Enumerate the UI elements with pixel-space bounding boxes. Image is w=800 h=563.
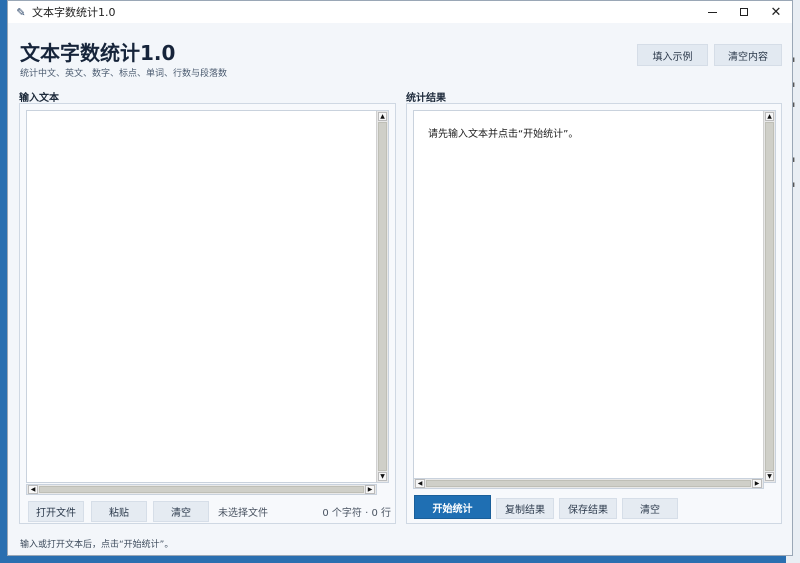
file-status: 未选择文件 — [218, 508, 268, 519]
scroll-left-icon[interactable]: ◀ — [415, 479, 425, 488]
clear-result-button[interactable]: 清空 — [622, 498, 678, 519]
input-vertical-scrollbar[interactable]: ▲ ▼ — [376, 111, 388, 482]
copy-result-button[interactable]: 复制结果 — [496, 498, 554, 519]
start-count-button[interactable]: 开始统计 — [414, 495, 491, 519]
scroll-up-icon[interactable]: ▲ — [765, 112, 774, 121]
minimize-button[interactable] — [696, 1, 728, 23]
window-title: 文本字数统计1.0 — [32, 6, 116, 19]
status-bar: 输入或打开文本后，点击“开始统计”。 — [20, 540, 174, 550]
paste-button[interactable]: 粘贴 — [91, 501, 147, 522]
scroll-up-icon[interactable]: ▲ — [378, 112, 387, 121]
page-title: 文本字数统计1.0 — [20, 41, 176, 65]
feather-icon: ✎ — [16, 5, 26, 19]
scroll-down-icon[interactable]: ▼ — [378, 472, 387, 481]
result-section-label: 统计结果 — [406, 93, 446, 104]
result-panel: 请先输入文本并点击“开始统计”。 ▲ ▼ ◀ ▶ 开始统计 复制结果 保存结果 … — [406, 103, 782, 524]
clear-input-button[interactable]: 清空 — [153, 501, 209, 522]
scroll-left-icon[interactable]: ◀ — [28, 485, 38, 494]
result-horizontal-scrollbar[interactable]: ◀ ▶ — [413, 478, 764, 489]
app-window: ✎ 文本字数统计1.0 ✕ 文本字数统计1.0 统计中文、英文、数字、标点、单词… — [7, 0, 793, 556]
scroll-down-icon[interactable]: ▼ — [765, 472, 774, 481]
clear-content-button[interactable]: 清空内容 — [714, 44, 782, 66]
close-button[interactable]: ✕ — [760, 1, 792, 23]
scroll-thumb[interactable] — [39, 486, 364, 493]
close-icon: ✕ — [770, 4, 782, 20]
scroll-thumb[interactable] — [765, 122, 774, 471]
fill-example-button[interactable]: 填入示例 — [637, 44, 708, 66]
save-result-button[interactable]: 保存结果 — [559, 498, 617, 519]
result-text: 请先输入文本并点击“开始统计”。 — [428, 129, 579, 140]
open-file-button[interactable]: 打开文件 — [28, 501, 84, 522]
result-text-area[interactable]: 请先输入文本并点击“开始统计”。 ▲ ▼ — [413, 110, 776, 483]
input-section-label: 输入文本 — [19, 93, 59, 104]
character-count: 0 个字符 · 0 行 — [322, 508, 391, 519]
maximize-icon — [740, 8, 748, 16]
input-panel: ▲ ▼ ◀ ▶ 打开文件 粘贴 清空 未选择文件 0 个字符 · 0 行 — [19, 103, 396, 524]
input-text-area[interactable]: ▲ ▼ — [26, 110, 389, 483]
result-vertical-scrollbar[interactable]: ▲ ▼ — [763, 111, 775, 482]
input-horizontal-scrollbar[interactable]: ◀ ▶ — [26, 484, 377, 495]
minimize-icon — [707, 11, 717, 13]
page-subtitle: 统计中文、英文、数字、标点、单词、行数与段落数 — [20, 69, 228, 79]
scroll-thumb[interactable] — [426, 480, 751, 487]
maximize-button[interactable] — [728, 1, 760, 23]
scroll-thumb[interactable] — [378, 122, 387, 471]
scroll-right-icon[interactable]: ▶ — [365, 485, 375, 494]
title-bar[interactable]: ✎ 文本字数统计1.0 ✕ — [8, 1, 792, 23]
scroll-right-icon[interactable]: ▶ — [752, 479, 762, 488]
